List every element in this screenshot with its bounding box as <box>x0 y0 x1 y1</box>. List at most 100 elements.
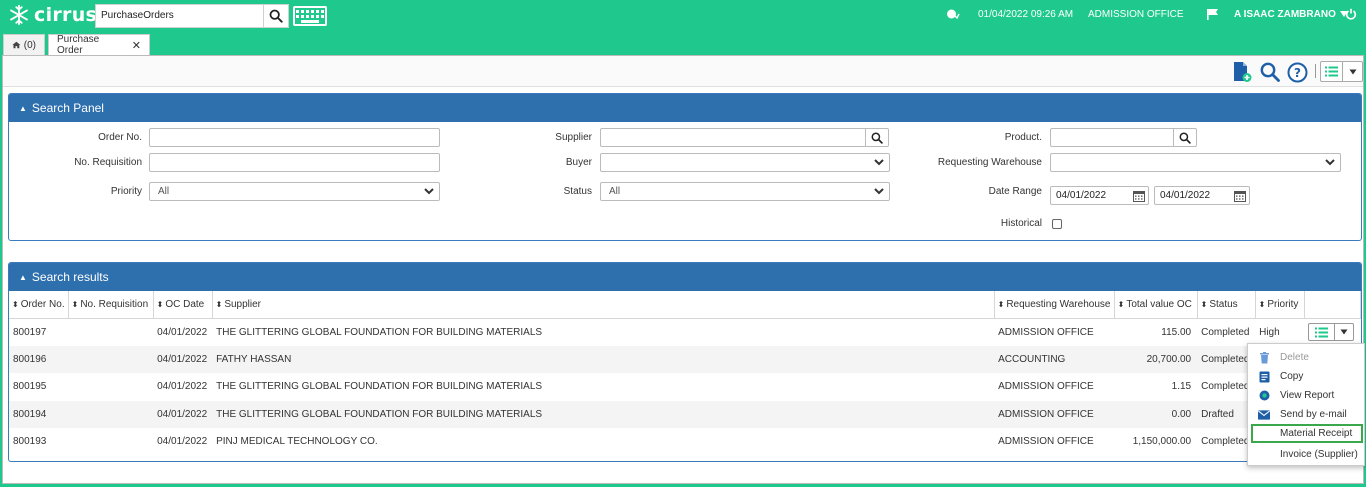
tab-purchase-order-label: Purchase Order <box>57 34 100 56</box>
menu-item-copy[interactable]: Copy <box>1248 367 1364 386</box>
app-logo[interactable]: cirrus <box>8 4 97 26</box>
table-row[interactable]: 800195 04/01/2022 THE GLITTERING GLOBAL … <box>9 373 1361 401</box>
table-row[interactable]: 800197 04/01/2022 THE GLITTERING GLOBAL … <box>9 318 1361 346</box>
sort-icon: ⬍ <box>71 299 79 309</box>
sort-icon: ⬍ <box>12 299 19 309</box>
cell-total: 20,700.00 <box>1114 345 1198 373</box>
user-menu[interactable]: A ISAAC ZAMBRANO <box>1234 0 1349 28</box>
table-header-row: ⬍ Order No. ⬍ No. Requisition ⬍ OC Date ⬍ Su… <box>9 291 1362 319</box>
global-search-input[interactable]: PurchaseOrders <box>95 4 263 28</box>
row-actions-dropdown[interactable] <box>1308 323 1355 341</box>
cell-supplier: FATHY HASSAN <box>212 345 995 373</box>
global-search-button[interactable] <box>263 4 289 28</box>
menu-item-label: Invoice (Supplier) <box>1280 449 1358 460</box>
col-order-no[interactable]: ⬍ Order No. <box>9 291 69 319</box>
results-panel-title: Search results <box>31 270 109 284</box>
cell-date: 04/01/2022 <box>157 381 208 393</box>
search-panel-header[interactable]: ▲ Search Panel <box>9 94 1361 122</box>
col-warehouse[interactable]: ⬍ Requesting Warehouse <box>994 291 1115 319</box>
cell-order-no: 800196 <box>9 345 69 373</box>
menu-item-send-email[interactable]: Send by e-mail <box>1248 405 1364 424</box>
table-row[interactable]: 800193 04/01/2022 PINJ MEDICAL TECHNOLOG… <box>9 428 1361 456</box>
list-icon <box>1309 324 1336 340</box>
sort-icon: ⬍ <box>215 299 223 309</box>
order-no-input[interactable] <box>149 128 440 147</box>
supplier-label: Supplier <box>555 132 592 143</box>
results-panel: ▲ Search results ⬍ Order No. ⬍ No. Requisi… <box>8 262 1362 462</box>
power-button[interactable] <box>1345 0 1357 28</box>
cell-date: 04/01/2022 <box>153 400 213 428</box>
menu-item-material-receipt[interactable]: Material Receipt <box>1251 424 1363 443</box>
product-search-button[interactable] <box>1173 128 1197 147</box>
toolbar-divider <box>1315 64 1316 78</box>
search-icon <box>269 9 283 23</box>
menu-item-label: Delete <box>1280 352 1309 363</box>
tab-home[interactable]: (0) <box>3 34 45 55</box>
col-total[interactable]: ⬍ Total value OC <box>1114 291 1198 319</box>
tab-purchase-order[interactable]: Purchase Order ✕ <box>48 34 150 56</box>
col-actions <box>1304 291 1362 319</box>
keyboard-button[interactable] <box>293 6 327 26</box>
calendar-icon[interactable] <box>1234 190 1246 202</box>
cell-status: Completed <box>1201 326 1250 338</box>
main-content: ? ▲ Search Panel Order No. No. Requisiti… <box>2 55 1364 484</box>
home-icon <box>12 41 21 49</box>
menu-item-label: View Report <box>1280 390 1335 401</box>
priority-select-value: All <box>158 186 170 197</box>
cell-date: 04/01/2022 <box>153 345 213 373</box>
warehouse-select[interactable] <box>1050 153 1341 172</box>
cell-warehouse: ADMISSION OFFICE <box>998 381 1094 393</box>
snowflake-icon <box>10 4 28 26</box>
new-document-icon <box>1234 62 1252 82</box>
menu-item-delete[interactable]: Delete <box>1248 348 1364 367</box>
search-toolbar-button[interactable] <box>1259 61 1281 83</box>
tab-bar: (0) Purchase Order ✕ <box>0 33 1366 56</box>
list-icon <box>1321 62 1343 81</box>
results-panel-header[interactable]: ▲ Search results <box>9 263 1361 291</box>
location-label[interactable]: ADMISSION OFFICE <box>1088 0 1184 28</box>
toolbar-actions-dropdown[interactable] <box>1320 61 1363 82</box>
new-document-button[interactable] <box>1231 61 1253 83</box>
col-oc-date[interactable]: ⬍ OC Date <box>153 291 213 319</box>
help-button[interactable]: ? <box>1286 61 1308 83</box>
col-requisition[interactable]: ⬍ No. Requisition <box>68 291 154 319</box>
document-icon <box>1258 371 1270 383</box>
chevron-down-icon <box>874 159 884 166</box>
col-priority[interactable]: ⬍ Priority <box>1255 291 1305 319</box>
col-supplier[interactable]: ⬍ Supplier <box>212 291 995 319</box>
toolbar: ? <box>3 56 1363 87</box>
col-status[interactable]: ⬍ Status <box>1197 291 1256 319</box>
menu-item-view-report[interactable]: View Report <box>1248 386 1364 405</box>
supplier-input[interactable] <box>600 128 866 147</box>
cell-warehouse: ADMISSION OFFICE <box>998 326 1094 338</box>
cell-requisition <box>68 345 154 373</box>
close-tab-icon[interactable]: ✕ <box>132 39 141 52</box>
sort-icon: ⬍ <box>1258 299 1266 309</box>
flag-icon[interactable] <box>1206 0 1220 28</box>
table-row[interactable]: 800196 04/01/2022 FATHY HASSAN ACCOUNTIN… <box>9 345 1361 373</box>
cell-order-no: 800197 <box>13 326 47 338</box>
buyer-select[interactable] <box>600 153 890 172</box>
cell-warehouse: ADMISSION OFFICE <box>998 436 1094 448</box>
date-from-input[interactable]: 04/01/2022 <box>1050 186 1149 205</box>
cell-order-no: 800193 <box>13 436 47 448</box>
status-label: Status <box>563 186 592 197</box>
table-row[interactable]: 800194 04/01/2022 THE GLITTERING GLOBAL … <box>9 400 1361 428</box>
requisition-input[interactable] <box>149 153 440 172</box>
priority-select[interactable]: All <box>149 182 440 201</box>
priority-label: Priority <box>110 186 142 197</box>
order-no-label: Order No. <box>98 132 142 143</box>
product-input[interactable] <box>1050 128 1174 147</box>
menu-item-invoice-supplier[interactable]: Invoice (Supplier) <box>1248 445 1364 464</box>
calendar-icon[interactable] <box>1133 190 1145 202</box>
cell-warehouse: ADMISSION OFFICE <box>994 400 1115 428</box>
historical-checkbox[interactable] <box>1052 219 1062 229</box>
historical-label: Historical <box>1000 218 1042 229</box>
envelope-icon <box>1258 409 1270 421</box>
supplier-search-button[interactable] <box>865 128 889 147</box>
cell-requisition <box>68 428 153 456</box>
search-icon <box>1260 62 1280 82</box>
collapse-caret-icon: ▲ <box>19 103 27 113</box>
date-to-input[interactable]: 04/01/2022 <box>1154 186 1250 205</box>
status-select[interactable]: All <box>600 182 890 201</box>
